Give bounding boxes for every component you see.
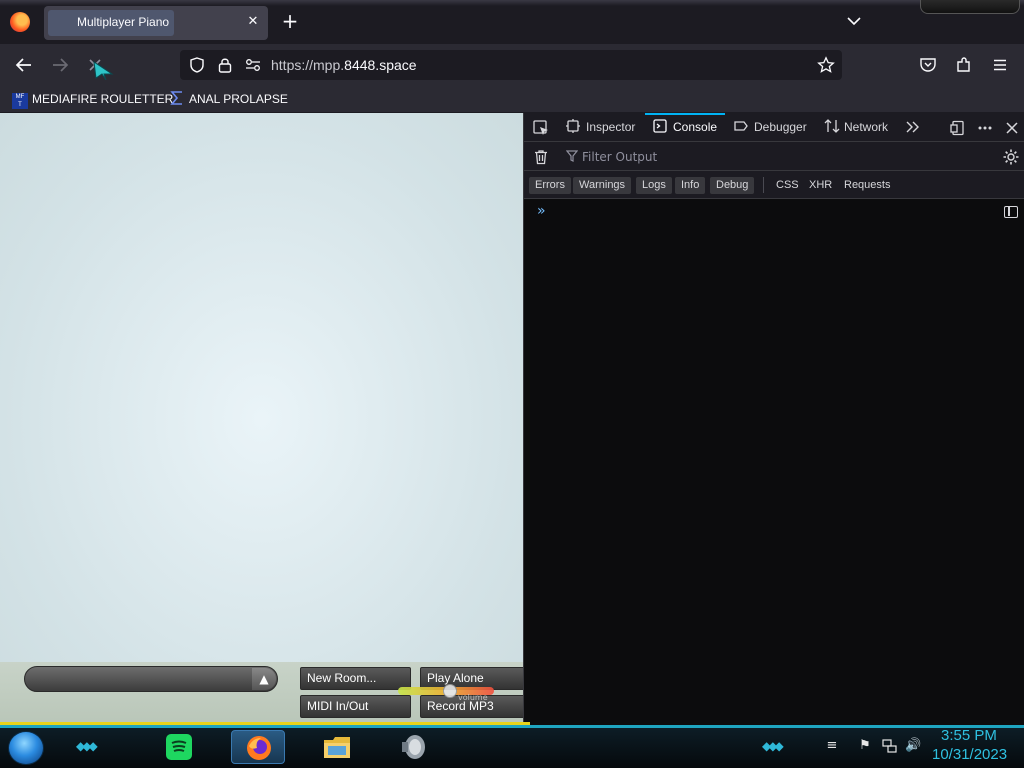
start-button[interactable] — [8, 731, 44, 765]
volume-knob[interactable] — [443, 684, 457, 698]
action-center-flag-icon[interactable]: ⚑ — [857, 738, 873, 754]
filter-logs-button[interactable]: Logs — [636, 177, 672, 194]
volume-label: volume — [458, 693, 488, 702]
taskbar-file-explorer[interactable] — [309, 730, 363, 764]
tab-label: Console — [673, 120, 718, 134]
debugger-icon — [734, 115, 748, 131]
dock-side-icon[interactable] — [950, 120, 966, 139]
tab-inspector[interactable]: Inspector — [566, 113, 635, 142]
bookmark-label: MEDIAFIRE ROULETTER — [32, 92, 174, 106]
tab-console[interactable]: Console — [644, 113, 726, 142]
pocket-icon[interactable] — [919, 56, 937, 77]
tab-debugger[interactable]: Debugger — [734, 113, 807, 142]
firefox-logo-icon[interactable] — [10, 12, 30, 32]
chat-expand-button[interactable]: ▲ — [252, 668, 276, 690]
element-picker-icon[interactable] — [532, 119, 550, 140]
midi-in-out-button[interactable]: MIDI In/Out — [300, 695, 411, 718]
filter-debug-button[interactable]: Debug — [710, 177, 755, 194]
filter-warnings-button[interactable]: Warnings — [573, 177, 632, 194]
clock-date[interactable]: 10/31/2023 — [932, 746, 1007, 763]
url-domain: 8448.space — [344, 57, 417, 73]
bookmark-label: ANAL PROLAPSE — [189, 92, 288, 106]
console-settings-gear-icon[interactable] — [1002, 148, 1020, 169]
console-prompt-icon[interactable]: » — [537, 203, 546, 219]
log-level-filters: Errors Warnings Logs Info Debug CSS XHR … — [524, 171, 1024, 199]
show-hidden-icons-icon[interactable]: ≡ — [824, 738, 840, 754]
devtools-toolbar: Inspector Console Debugger Network — [524, 113, 1024, 142]
tab-label: Network — [844, 120, 889, 134]
page-content: ▲ New Room... Play Alone MIDI In/Out Rec… — [0, 113, 531, 725]
url-text[interactable]: https://mpp.8448.space — [271, 57, 417, 73]
tab-network[interactable]: Network — [824, 113, 888, 142]
spotify-icon — [165, 733, 193, 761]
more-options-icon[interactable] — [977, 120, 993, 139]
more-tools-chevron-icon[interactable] — [905, 120, 921, 137]
sigma-icon — [169, 90, 185, 106]
extensions-icon[interactable] — [955, 56, 973, 77]
filter-divider — [763, 177, 764, 193]
filter-css-button[interactable]: CSS — [770, 177, 805, 194]
console-sidebar-toggle-icon[interactable] — [1004, 206, 1018, 218]
firefox-icon — [245, 734, 273, 762]
window-frame-decoration — [920, 0, 1020, 14]
close-devtools-icon[interactable] — [1004, 120, 1020, 139]
tab-label: Inspector — [586, 120, 636, 134]
screen: Multiplayer Piano ✕ + https://mpp.8448.s… — [0, 0, 1024, 768]
filter-info-button[interactable]: Info — [675, 177, 706, 194]
tab-close-icon[interactable]: ✕ — [244, 13, 262, 31]
new-room-button[interactable]: New Room... — [300, 667, 411, 690]
navigation-toolbar: https://mpp.8448.space — [0, 44, 1024, 86]
url-bar[interactable]: https://mpp.8448.space — [180, 50, 842, 80]
forward-icon[interactable] — [48, 54, 72, 76]
network-icon — [824, 115, 840, 133]
volume-tray-icon[interactable]: 🔊 — [905, 738, 921, 754]
hamburger-menu-icon[interactable] — [991, 56, 1009, 77]
new-tab-button[interactable]: + — [280, 11, 300, 31]
bookmarks-toolbar: MF T MEDIAFIRE ROULETTER ANAL PROLAPSE — [0, 86, 1024, 112]
taskbar-spotify[interactable] — [152, 730, 206, 764]
console-filter-row: Filter Output — [524, 142, 1024, 171]
bookmark-star-icon[interactable] — [817, 56, 835, 77]
filter-xhr-button[interactable]: XHR — [803, 177, 838, 194]
bookmark-mediafire-rouletter[interactable]: MF T MEDIAFIRE ROULETTER — [12, 90, 174, 109]
url-prefix: https://mpp. — [271, 57, 345, 73]
tab-label: Debugger — [754, 120, 807, 134]
taskbar-decoration-icon: ◆◆◆ — [76, 739, 98, 753]
filter-output-input[interactable]: Filter Output — [582, 150, 657, 164]
chat-input[interactable]: ▲ — [24, 666, 278, 692]
file-explorer-icon — [322, 733, 350, 761]
trash-icon[interactable] — [533, 149, 549, 168]
filter-errors-button[interactable]: Errors — [529, 177, 571, 194]
devtools-panel: Inspector Console Debugger Network Filte… — [523, 113, 1024, 725]
volume-slider[interactable]: volume — [398, 684, 494, 702]
permissions-icon[interactable] — [244, 57, 262, 76]
filter-requests-button[interactable]: Requests — [838, 177, 896, 194]
speaker-app-icon — [399, 733, 427, 761]
stop-loading-icon[interactable] — [84, 54, 114, 81]
lock-icon[interactable] — [217, 56, 233, 77]
network-tray-icon[interactable] — [881, 738, 897, 754]
tab-title: Multiplayer Piano — [77, 15, 170, 29]
taskbar-firefox[interactable] — [231, 730, 285, 764]
console-icon — [653, 115, 667, 133]
back-icon[interactable] — [12, 54, 36, 76]
taskbar-decoration-icon: ◆◆◆ — [762, 739, 784, 753]
list-all-tabs-chevron-icon[interactable] — [845, 12, 863, 30]
tab-strip: Multiplayer Piano ✕ + — [0, 0, 1024, 44]
filter-icon — [565, 150, 579, 165]
clock-time[interactable]: 3:55 PM — [941, 727, 997, 744]
mediafire-icon: MF T — [12, 93, 28, 109]
shield-icon[interactable] — [188, 56, 206, 77]
bookmark-anal-prolapse[interactable]: ANAL PROLAPSE — [169, 90, 288, 108]
inspector-icon — [566, 115, 580, 133]
tab-multiplayer-piano[interactable]: Multiplayer Piano ✕ — [44, 6, 268, 40]
taskbar-speaker-app[interactable] — [386, 730, 440, 764]
